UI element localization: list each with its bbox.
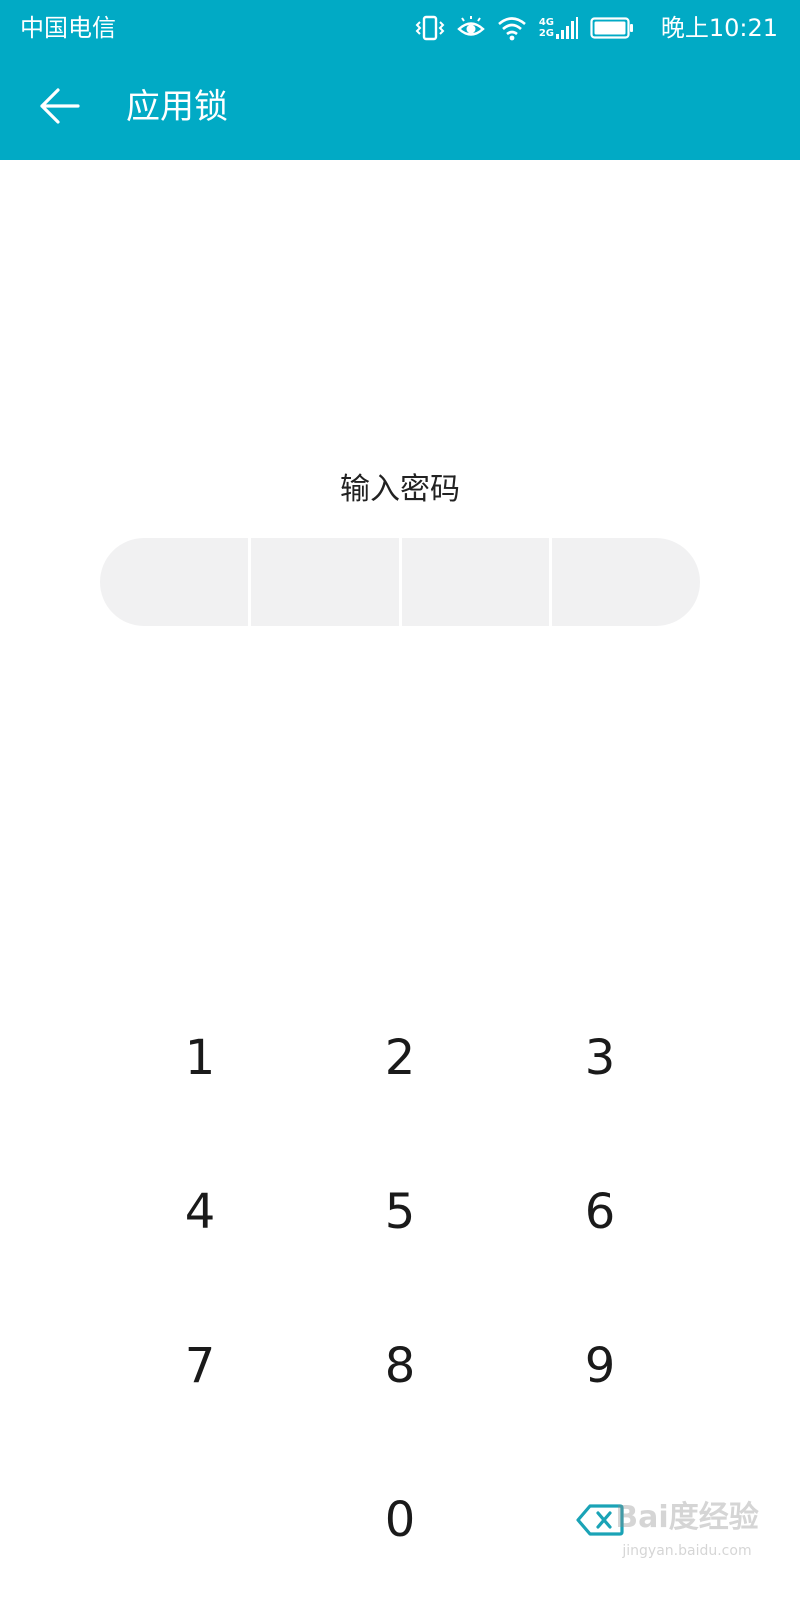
header: 中国电信 4G 2G 晚上10:21 应用锁 (0, 0, 800, 160)
key-2[interactable]: 2 (330, 998, 470, 1118)
signal-icon: 4G 2G (539, 16, 578, 40)
battery-icon (590, 16, 634, 40)
back-button[interactable] (28, 76, 92, 140)
key-6[interactable]: 6 (530, 1152, 670, 1272)
status-bar: 中国电信 4G 2G 晚上10:21 (0, 0, 800, 56)
key-3[interactable]: 3 (530, 998, 670, 1118)
key-1[interactable]: 1 (130, 998, 270, 1118)
pin-digit-box (100, 538, 248, 626)
pin-digit-box (552, 538, 700, 626)
key-4[interactable]: 4 (130, 1152, 270, 1272)
status-icons: 4G 2G (415, 14, 634, 42)
watermark-logo-text: Bai度经验 (615, 1500, 759, 1535)
arrow-left-icon (38, 86, 82, 130)
wifi-icon (497, 15, 527, 41)
pin-digit-box (401, 538, 550, 626)
status-time: 晚上10:21 (660, 14, 778, 42)
pin-digit-box (250, 538, 399, 626)
key-8[interactable]: 8 (330, 1306, 470, 1426)
pin-input[interactable] (100, 538, 700, 626)
page-title: 应用锁 (126, 87, 228, 127)
watermark-url: jingyan.baidu.com (622, 1543, 752, 1559)
key-9[interactable]: 9 (530, 1306, 670, 1426)
network-type-top: 4G (538, 17, 554, 28)
password-prompt: 输入密码 (340, 472, 460, 507)
carrier-name: 中国电信 (20, 14, 116, 42)
key-7[interactable]: 7 (130, 1306, 270, 1426)
watermark: Bai度经验 jingyan.baidu.com (612, 1498, 762, 1590)
numeric-keypad: 1 2 3 4 5 6 7 8 9 0 (0, 0, 800, 1600)
network-type-bottom: 2G (538, 28, 554, 39)
vibrate-icon (415, 15, 445, 41)
key-5[interactable]: 5 (330, 1152, 470, 1272)
key-0[interactable]: 0 (330, 1460, 470, 1580)
eye-comfort-icon (457, 15, 485, 41)
app-bar: 应用锁 (0, 56, 800, 160)
